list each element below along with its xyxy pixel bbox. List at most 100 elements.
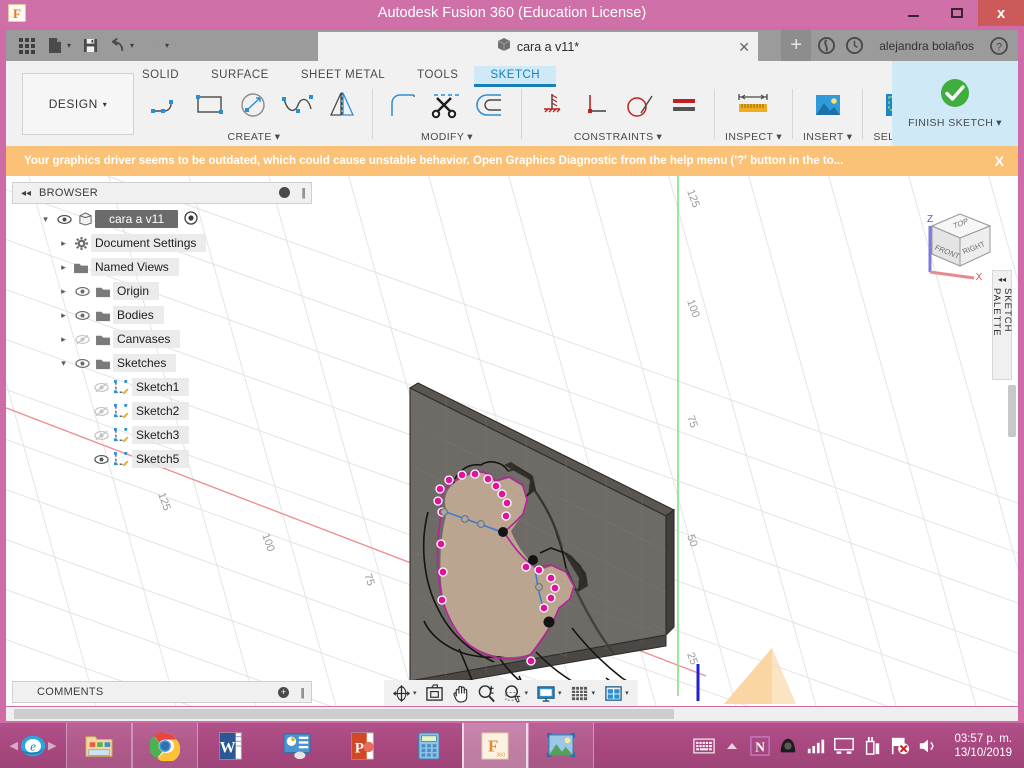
visibility-eye-off-icon[interactable] — [90, 406, 112, 417]
zoom-button[interactable] — [474, 680, 500, 706]
orbit-button[interactable]: ▾ — [388, 680, 422, 706]
inspect-panel-label[interactable]: INSPECT ▾ — [725, 131, 782, 143]
taskbar-microsoft-word[interactable]: W — [198, 723, 264, 768]
tree-item-canvases[interactable]: ▸ Canvases — [12, 327, 312, 351]
tab-sheet-metal[interactable]: SHEET METAL — [285, 66, 401, 87]
visibility-eye-icon[interactable] — [71, 358, 93, 369]
browser-settings-icon[interactable] — [279, 187, 290, 198]
expand-arrow-right-icon[interactable]: ▸ — [56, 262, 71, 273]
tree-item-sketches[interactable]: ▾ Sketches — [12, 351, 312, 375]
browser-collapse-icon[interactable]: ◂◂ — [13, 188, 39, 199]
visibility-eye-icon[interactable] — [71, 286, 93, 297]
viewport-vertical-scrollbar[interactable] — [1008, 385, 1016, 437]
action-center-icon[interactable] — [888, 734, 912, 758]
job-status-icon[interactable] — [813, 33, 839, 59]
tree-item-bodies[interactable]: ▸ Bodies — [12, 303, 312, 327]
tree-item-sketch2[interactable]: Sketch2 — [12, 399, 312, 423]
taskbar-calculator[interactable] — [396, 723, 462, 768]
taskbar-fusion-360[interactable]: F 360 — [462, 723, 528, 768]
redo-caret-icon[interactable]: ▾ — [165, 41, 169, 50]
visibility-eye-icon[interactable] — [53, 214, 75, 225]
zoom-window-button[interactable]: ▾ — [500, 680, 534, 706]
taskbar-control-panel[interactable] — [264, 723, 330, 768]
horizontal-scrollbar-thumb[interactable] — [14, 709, 674, 719]
expand-arrow-right-icon[interactable]: ▸ — [56, 334, 71, 345]
touch-keyboard-icon[interactable] — [692, 734, 716, 758]
undo-button[interactable] — [105, 33, 131, 59]
onenote-icon[interactable]: N — [748, 734, 772, 758]
tab-surface[interactable]: SURFACE — [195, 66, 285, 87]
usb-device-icon[interactable] — [860, 734, 884, 758]
fillet-icon[interactable] — [383, 86, 423, 124]
viewports-button[interactable]: ▾ — [600, 680, 634, 706]
file-menu-button[interactable] — [42, 33, 68, 59]
modify-panel-label[interactable]: MODIFY ▾ — [421, 131, 473, 143]
mirror-icon[interactable] — [322, 86, 362, 124]
recent-activity-clock-icon[interactable] — [841, 33, 867, 59]
viewports-caret-icon[interactable]: ▾ — [625, 689, 629, 697]
offset-icon[interactable] — [471, 86, 511, 124]
taskbar-photo-viewer[interactable] — [528, 723, 594, 768]
show-hidden-icons-icon[interactable] — [720, 734, 744, 758]
audio-device-icon[interactable] — [776, 734, 800, 758]
visibility-eye-off-icon[interactable] — [71, 334, 93, 345]
visibility-eye-off-icon[interactable] — [90, 430, 112, 441]
tree-item-named-views[interactable]: ▸ Named Views — [12, 255, 312, 279]
volume-icon[interactable] — [916, 734, 940, 758]
look-at-button[interactable] — [422, 680, 448, 706]
equal-icon[interactable] — [664, 86, 704, 124]
expand-arrow-right-icon[interactable]: ▸ — [56, 286, 71, 297]
trim-scissors-icon[interactable] — [427, 86, 467, 124]
insert-panel-label[interactable]: INSERT ▾ — [803, 131, 852, 143]
view-cube[interactable]: Z X TOP FRONT RIGHT — [916, 194, 996, 280]
add-comment-icon[interactable]: + — [278, 687, 289, 698]
tab-sketch[interactable]: SKETCH — [474, 66, 557, 87]
tree-item-origin[interactable]: ▸ Origin — [12, 279, 312, 303]
comments-panel[interactable]: COMMENTS + ||| — [12, 681, 312, 703]
browser-resize-grip[interactable]: ||| — [301, 187, 305, 199]
account-username[interactable]: alejandra bolaños — [869, 39, 984, 53]
taskbar-file-explorer[interactable] — [66, 723, 132, 768]
warning-close-icon[interactable]: X — [995, 153, 1004, 169]
sketch-palette-collapse-icon[interactable]: ◂◂ — [998, 275, 1006, 284]
comments-resize-grip[interactable]: ||| — [300, 687, 304, 699]
visibility-eye-icon[interactable] — [90, 454, 112, 465]
file-menu-caret-icon[interactable]: ▾ — [67, 41, 71, 50]
forward-arrow-icon[interactable]: ▶ — [48, 739, 56, 752]
tab-tools[interactable]: TOOLS — [401, 66, 474, 87]
save-button[interactable] — [77, 33, 103, 59]
display-icon[interactable] — [832, 734, 856, 758]
help-icon[interactable]: ? — [986, 33, 1012, 59]
finish-sketch-check-icon[interactable] — [935, 74, 975, 112]
tree-item-cara-a-v11[interactable]: ▾ cara a v11 — [12, 207, 312, 231]
show-data-panel-button[interactable] — [14, 33, 40, 59]
finish-sketch-label[interactable]: FINISH SKETCH ▾ — [908, 117, 1002, 129]
tree-item-sketch1[interactable]: Sketch1 — [12, 375, 312, 399]
new-tab-button[interactable]: + — [781, 30, 812, 61]
taskbar-internet-explorer[interactable]: ◀ e ▶ — [0, 723, 66, 768]
constraints-panel-label[interactable]: CONSTRAINTS ▾ — [574, 131, 662, 143]
undo-caret-icon[interactable]: ▾ — [130, 41, 134, 50]
maximize-button[interactable] — [935, 0, 978, 26]
display-settings-caret-icon[interactable]: ▾ — [558, 689, 562, 697]
taskbar-google-chrome[interactable] — [132, 723, 198, 768]
insert-image-icon[interactable] — [808, 86, 848, 124]
expand-arrow-right-icon[interactable]: ▸ — [56, 238, 71, 249]
line-icon[interactable] — [146, 86, 186, 124]
back-arrow-icon[interactable]: ◀ — [10, 739, 18, 752]
create-panel-label[interactable]: CREATE ▾ — [228, 131, 281, 143]
perpendicular-icon[interactable] — [576, 86, 616, 124]
expand-arrow-right-icon[interactable]: ▸ — [56, 310, 71, 321]
measure-icon[interactable] — [733, 86, 773, 124]
document-tab-close-icon[interactable]: ✕ — [738, 39, 750, 56]
spline-icon[interactable] — [278, 86, 318, 124]
minimize-button[interactable] — [892, 0, 935, 26]
rectangle-icon[interactable] — [190, 86, 230, 124]
ribbon-group-finish-sketch[interactable]: FINISH SKETCH ▾ — [892, 61, 1018, 146]
pan-button[interactable] — [448, 680, 474, 706]
network-signal-icon[interactable] — [804, 734, 828, 758]
grid-snap-caret-icon[interactable]: ▾ — [592, 689, 596, 697]
circle-icon[interactable] — [234, 86, 274, 124]
sketch-palette-collapsed-tab[interactable]: ◂◂ SKETCH PALETTE — [991, 270, 1013, 380]
display-settings-button[interactable]: ▾ — [533, 680, 567, 706]
